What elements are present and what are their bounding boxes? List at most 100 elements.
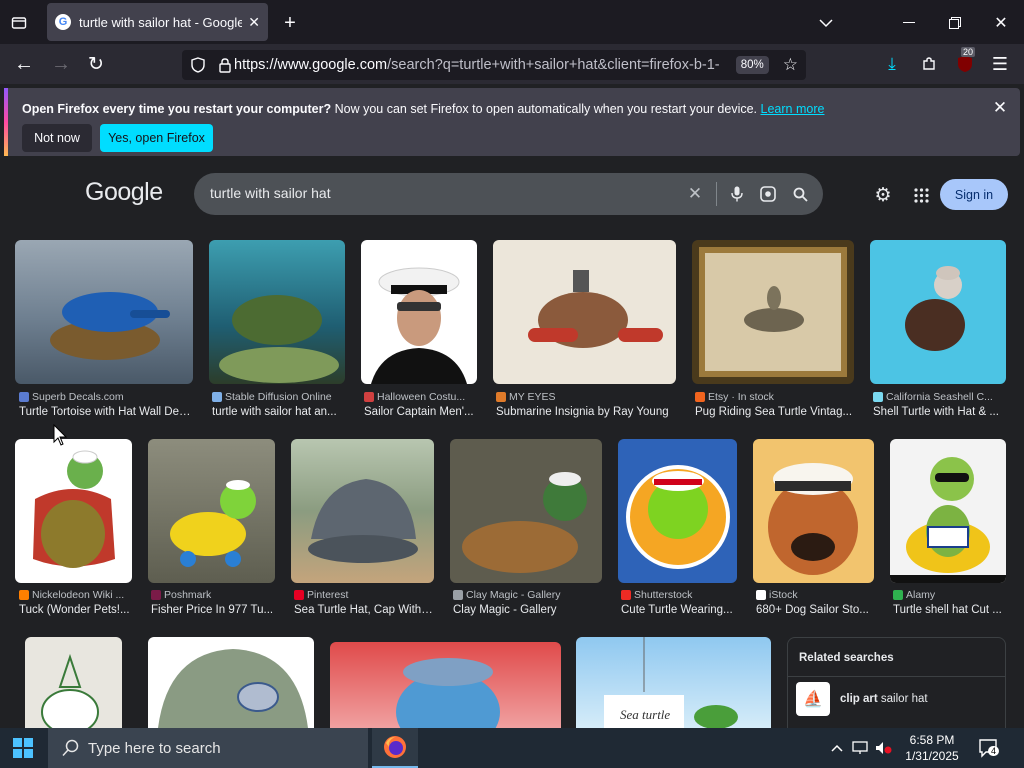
google-logo[interactable]: Google (85, 178, 163, 207)
navigation-toolbar: ← → ↻ https://www.google.com/search?q=tu… (0, 44, 1024, 84)
source-favicon-icon (364, 392, 374, 402)
forward-icon[interactable]: → (49, 53, 73, 75)
result-caption[interactable]: Fisher Price In 977 Tu... (151, 604, 274, 616)
search-icon[interactable] (791, 185, 809, 203)
yes-open-firefox-button[interactable]: Yes, open Firefox (100, 124, 213, 152)
taskbar-search-box[interactable]: Type here to search (48, 728, 368, 768)
sailor-hat-thumbnail-icon: ⛵ (796, 682, 830, 716)
source-favicon-icon (756, 590, 766, 600)
source-favicon-icon (893, 590, 903, 600)
result-thumbnail[interactable] (148, 637, 314, 728)
result-thumbnail[interactable] (291, 439, 434, 583)
search-box[interactable]: turtle with sailor hat ✕ (194, 173, 823, 215)
result-thumbnail[interactable] (450, 439, 602, 583)
lock-icon[interactable] (217, 57, 233, 73)
source-favicon-icon (621, 590, 631, 600)
system-clock[interactable]: 6:58 PM 1/31/2025 (896, 732, 968, 764)
close-window-icon[interactable]: ✕ (990, 12, 1012, 34)
firefox-taskbar-icon[interactable] (372, 728, 418, 768)
apps-grid-icon[interactable] (910, 184, 932, 206)
close-notification-icon[interactable]: ✕ (990, 98, 1010, 118)
sign-in-button[interactable]: Sign in (940, 179, 1008, 210)
result-thumbnail[interactable] (890, 439, 1006, 583)
ublock-extension-icon[interactable]: 20 (953, 47, 977, 75)
url-text: https://www.google.com/search?q=turtle+w… (234, 57, 720, 73)
result-caption[interactable]: 680+ Dog Sailor Sto... (756, 604, 873, 616)
result-caption[interactable]: Submarine Insignia by Ray Young (496, 406, 674, 418)
source-favicon-icon (294, 590, 304, 600)
related-searches-heading: Related searches (799, 652, 894, 664)
result-caption[interactable]: Sea Turtle Hat, Cap With ... (294, 604, 433, 616)
windows-taskbar: Type here to search 6:58 PM 1/31/2025 4 (0, 728, 1024, 768)
source-favicon-icon (212, 392, 222, 402)
result-source: Etsy · In stock (695, 391, 853, 403)
result-caption[interactable]: Turtle shell hat Cut ... (893, 604, 1005, 616)
minimize-icon[interactable] (898, 12, 920, 34)
notifications-icon[interactable]: 4 (976, 736, 1000, 760)
result-source: Shutterstock (621, 589, 736, 601)
new-tab-icon[interactable]: + (279, 12, 301, 34)
result-caption[interactable]: Sailor Captain Men'... (364, 406, 476, 418)
result-source: Halloween Costu... (364, 391, 476, 403)
clear-search-icon[interactable]: ✕ (686, 184, 704, 203)
result-source: MY EYES (496, 391, 674, 403)
source-favicon-icon (873, 392, 883, 402)
result-thumbnail[interactable] (361, 240, 477, 384)
google-header: Google turtle with sailor hat ✕ ⚙ Sign i… (0, 160, 1024, 228)
network-icon[interactable] (850, 738, 870, 758)
windows-start-icon[interactable] (12, 737, 34, 759)
volume-muted-icon[interactable] (874, 738, 894, 758)
not-now-button[interactable]: Not now (22, 124, 92, 152)
result-source: Pinterest (294, 589, 433, 601)
result-caption[interactable]: Turtle Tortoise with Hat Wall Decal (19, 406, 193, 418)
extensions-icon[interactable] (917, 53, 941, 75)
lens-search-icon[interactable] (759, 185, 777, 203)
settings-gear-icon[interactable]: ⚙ (872, 184, 894, 206)
result-caption[interactable]: Shell Turtle with Hat & ... (873, 406, 1003, 418)
downloads-icon[interactable]: ⤓ (880, 53, 904, 75)
result-caption[interactable]: Tuck (Wonder Pets!... (19, 604, 132, 616)
result-caption[interactable]: Cute Turtle Wearing... (621, 604, 736, 616)
result-thumbnail[interactable] (753, 439, 874, 583)
address-bar[interactable]: https://www.google.com/search?q=turtle+w… (182, 50, 806, 80)
restore-icon[interactable] (944, 12, 966, 34)
result-thumbnail[interactable] (15, 240, 193, 384)
related-divider (788, 676, 1005, 677)
result-source: Superb Decals.com (19, 391, 193, 403)
source-favicon-icon (151, 590, 161, 600)
result-thumbnail[interactable] (15, 439, 132, 583)
result-source: Alamy (893, 589, 1005, 601)
result-caption[interactable]: Clay Magic - Gallery (453, 604, 601, 616)
result-caption[interactable]: Pug Riding Sea Turtle Vintag... (695, 406, 853, 418)
result-thumbnail[interactable] (330, 642, 561, 728)
result-thumbnail[interactable] (493, 240, 676, 384)
result-thumbnail[interactable] (25, 637, 122, 728)
active-tab[interactable]: G turtle with sailor hat - Google Sear ✕ (47, 3, 268, 41)
bookmark-star-icon[interactable]: ☆ (783, 55, 798, 75)
back-icon[interactable]: ← (12, 53, 36, 75)
result-caption[interactable]: turtle with sailor hat an... (212, 406, 344, 418)
taskbar-search-icon (62, 739, 79, 757)
menu-icon[interactable]: ☰ (988, 53, 1012, 75)
result-thumbnail[interactable] (148, 439, 275, 583)
search-input[interactable]: turtle with sailor hat (210, 185, 331, 201)
source-favicon-icon (496, 392, 506, 402)
reload-icon[interactable]: ↻ (84, 53, 108, 75)
result-source: Nickelodeon Wiki ... (19, 589, 132, 601)
related-search-item[interactable]: ⛵ clip art sailor hat (796, 682, 928, 716)
result-thumbnail[interactable] (870, 240, 1006, 384)
result-thumbnail[interactable] (209, 240, 345, 384)
show-hidden-icons-icon[interactable] (828, 738, 846, 758)
result-thumbnail[interactable]: Sea turtle (576, 637, 771, 728)
result-thumbnail[interactable] (618, 439, 737, 583)
zoom-level[interactable]: 80% (735, 56, 769, 74)
firefox-view-icon[interactable] (8, 12, 30, 34)
voice-search-icon[interactable] (728, 185, 746, 203)
tracking-protection-icon[interactable] (190, 57, 206, 73)
list-all-tabs-icon[interactable] (815, 12, 837, 34)
close-tab-icon[interactable]: ✕ (248, 14, 260, 31)
learn-more-link[interactable]: Learn more (761, 102, 825, 116)
tab-title: turtle with sailor hat - Google Sear (79, 14, 243, 30)
default-browser-notification: Open Firefox every time you restart your… (4, 88, 1020, 156)
result-thumbnail[interactable] (692, 240, 854, 384)
